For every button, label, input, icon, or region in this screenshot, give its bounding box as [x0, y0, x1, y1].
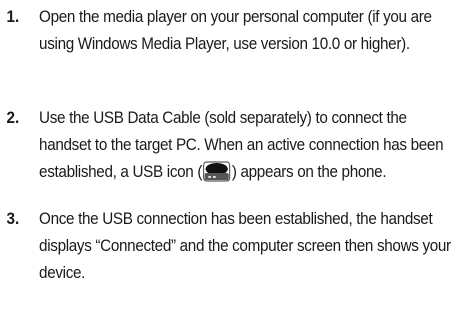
step-2: 2. Use the USB Data Cable (sold separate…: [0, 105, 458, 186]
step-number: 3.: [6, 210, 20, 228]
step-number: 2.: [6, 109, 20, 127]
step-text: Once the USB connection has been establi…: [39, 210, 451, 282]
step-3: 3. Once the USB connection has been esta…: [0, 206, 458, 287]
step-number: 1.: [6, 8, 20, 26]
step-1: 1. Open the media player on your persona…: [0, 4, 458, 58]
step-text: Open the media player on your personal c…: [39, 8, 432, 53]
usb-connection-icon: [203, 161, 231, 182]
step-text-after-icon: ) appears on the phone.: [231, 163, 387, 181]
